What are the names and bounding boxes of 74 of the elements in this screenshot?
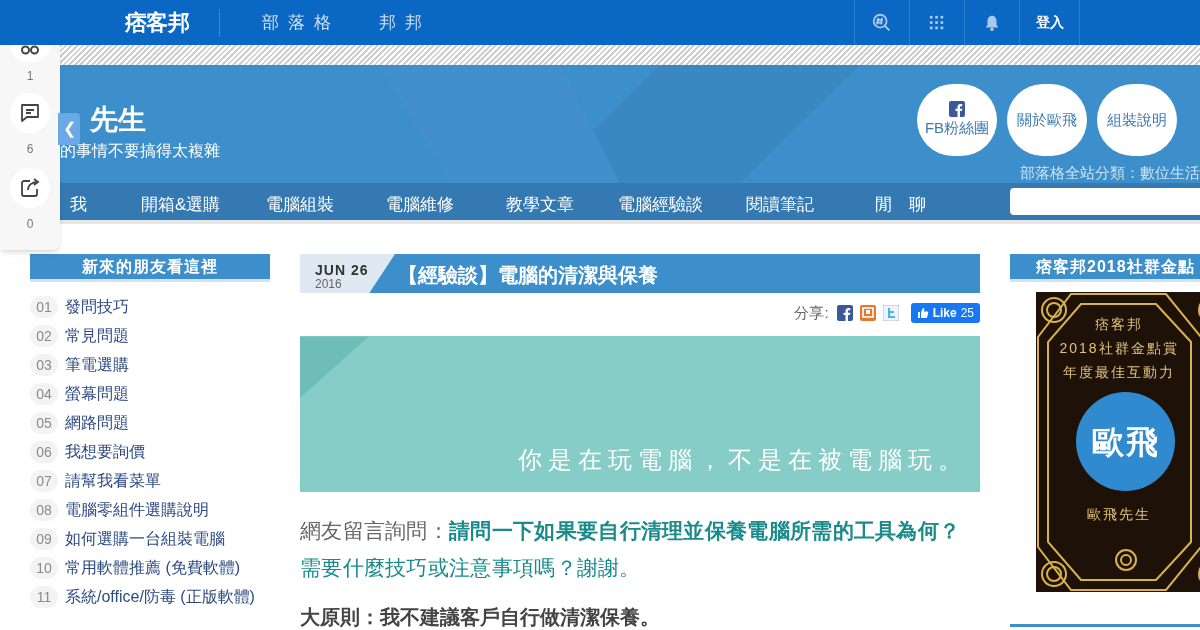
nav-link[interactable]: 邦 邦 [378,9,424,36]
sidebar-link[interactable]: 如何選購一台組裝電腦 [65,526,225,551]
share-icon [18,176,42,200]
item-number: 06 [30,440,58,463]
sidebar-link[interactable]: 我想要詢價 [65,439,145,464]
grid-icon [929,14,945,31]
item-number: 05 [30,411,58,434]
post-year: 2016 [315,276,342,293]
sidebar-title: 新來的朋友看這裡 [30,254,270,282]
item-number: 08 [30,498,58,521]
principle-text: 大原則：我不建議客戶自行做清潔保養。 [300,605,661,630]
header-link[interactable]: 組裝說明 [1097,84,1177,156]
nav-link[interactable]: 部 落 格 [262,9,333,36]
item-number: 01 [30,295,58,318]
nav-item[interactable]: 閒 聊 [875,192,926,218]
nav-item[interactable]: 電腦經驗談 [618,192,703,218]
nav-item[interactable]: 閱讀筆記 [746,192,814,218]
share-twitter-button[interactable] [882,304,900,322]
sidebar-link[interactable]: 常見問題 [65,323,129,348]
nav-item[interactable]: 我 [70,192,87,218]
banner-text: 你是在玩電腦，不是在被電腦玩。 [518,445,968,476]
share-label: 分享: [794,302,829,323]
post-date: JUN 26 [315,261,369,279]
like-button[interactable]: Like 25 [910,303,980,323]
item-number: 10 [30,556,58,579]
item-number: 09 [30,527,58,550]
count-label: 6 [25,141,35,158]
award-text: 年度最佳互動力 [1062,363,1176,382]
sidebar-link[interactable]: 電腦零組件選購說明 [65,497,209,522]
count-label: 1 [25,68,35,85]
nav-item[interactable]: 開箱&選購 [141,192,221,218]
twitter-icon [882,304,899,321]
nav-item[interactable]: 教學文章 [506,192,574,218]
sidebar-link[interactable]: 系統/office/防毒 (正版軟體) [65,584,255,609]
item-number: 04 [30,382,58,405]
item-number: 03 [30,353,58,376]
thumbs-up-icon [916,307,929,319]
award-text: 痞客邦 [1094,315,1144,334]
comment-button[interactable] [10,93,50,133]
nav-item[interactable]: 電腦組裝 [266,192,334,218]
item-number: 11 [30,585,58,608]
award-caption: 歐飛先生 [1086,505,1152,524]
share-plurk-button[interactable] [859,304,877,322]
sidebar-link[interactable]: 螢幕問題 [65,381,129,406]
share-facebook-button[interactable] [836,304,854,322]
search-field[interactable] [1010,188,1200,215]
question-text: 網友留言詢問：請問一下如果要自行清理並保養電腦所需的工具為何？需要什麼技巧或注意事項嗎？謝謝。 [300,518,962,581]
search-icon [871,11,893,34]
sidebar-link[interactable]: 請幫我看菜單 [65,468,161,493]
sidebar-title: 痞客邦2018社群金點 [1010,254,1200,282]
plurk-icon [859,304,876,321]
award-text: 2018社群金點賞 [1058,339,1180,358]
collapse-button[interactable]: ❮ [58,113,80,145]
facebook-icon [949,100,965,117]
header-link[interactable]: FB粉絲團 [917,84,997,156]
nav-item[interactable]: 電腦維修 [386,192,454,218]
sidebar-link[interactable]: 網路問題 [65,410,129,435]
post-title: 【經驗談】電腦的清潔與保養 [398,263,658,288]
header-link[interactable]: 關於歐飛 [1007,84,1087,156]
share-button[interactable] [10,168,50,208]
sidebar-link[interactable]: 常用軟體推薦 (免費軟體) [65,555,241,580]
category-text: 部落格全站分類：數位生活 [1020,163,1200,183]
item-number: 02 [30,324,58,347]
comment-icon [18,101,42,125]
blog-title[interactable]: 先生 [90,99,146,141]
bell-icon [983,13,1001,32]
sidebar-link[interactable]: 筆電選購 [65,352,129,377]
item-number: 07 [30,469,58,492]
sidebar-link[interactable]: 發問技巧 [65,294,129,319]
link-icon [21,45,39,55]
facebook-icon [836,304,853,321]
count-label: 0 [25,216,35,233]
link-button[interactable] [10,45,50,62]
site-logo[interactable]: 痞客邦 [125,6,190,39]
